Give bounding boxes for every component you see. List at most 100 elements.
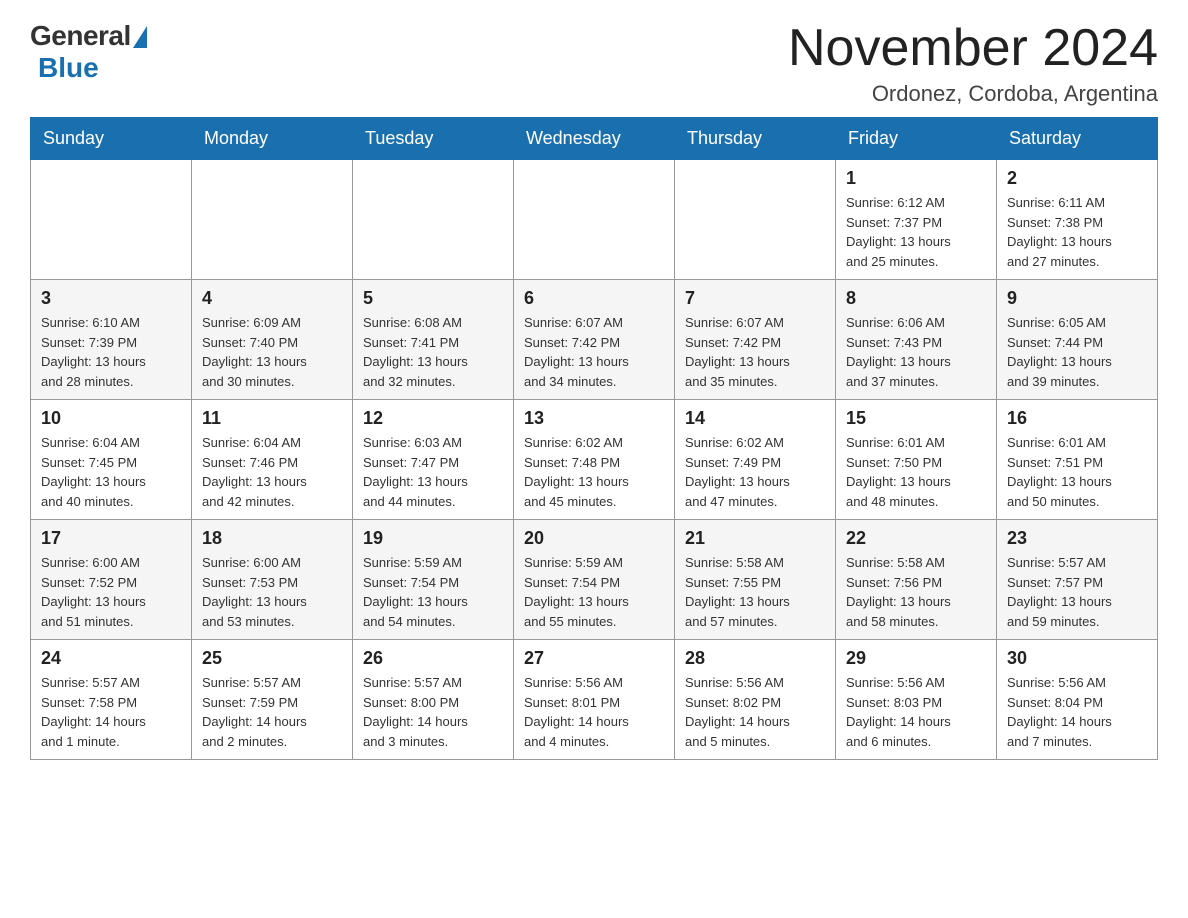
day-info: Sunrise: 5:56 AM Sunset: 8:01 PM Dayligh…	[524, 673, 664, 751]
calendar-cell: 26 Sunrise: 5:57 AM Sunset: 8:00 PM Dayli…	[353, 640, 514, 760]
calendar-cell: 11 Sunrise: 6:04 AM Sunset: 7:46 PM Dayli…	[192, 400, 353, 520]
calendar-cell: 8Sunrise: 6:06 AM Sunset: 7:43 PM Daylig…	[836, 280, 997, 400]
header-saturday: Saturday	[997, 118, 1158, 160]
day-number: 1	[846, 168, 986, 189]
calendar-cell: 5 Sunrise: 6:08 AM Sunset: 7:41 PM Daylig…	[353, 280, 514, 400]
day-number: 22	[846, 528, 986, 549]
day-number: 7	[685, 288, 825, 309]
day-info: Sunrise: 5:56 AM Sunset: 8:02 PM Dayligh…	[685, 673, 825, 751]
day-number: 3	[41, 288, 181, 309]
day-number: 9	[1007, 288, 1147, 309]
day-number: 17	[41, 528, 181, 549]
day-number: 10	[41, 408, 181, 429]
day-info: Sunrise: 6:00 AM Sunset: 7:52 PM Dayligh…	[41, 553, 181, 631]
header-thursday: Thursday	[675, 118, 836, 160]
calendar-title: November 2024	[788, 20, 1158, 77]
day-info: Sunrise: 6:02 AM Sunset: 7:48 PM Dayligh…	[524, 433, 664, 511]
calendar-cell: 19Sunrise: 5:59 AM Sunset: 7:54 PM Dayli…	[353, 520, 514, 640]
calendar-subtitle: Ordonez, Cordoba, Argentina	[788, 81, 1158, 107]
day-number: 11	[202, 408, 342, 429]
day-info: Sunrise: 6:03 AM Sunset: 7:47 PM Dayligh…	[363, 433, 503, 511]
day-number: 5	[363, 288, 503, 309]
day-info: Sunrise: 6:01 AM Sunset: 7:50 PM Dayligh…	[846, 433, 986, 511]
calendar-cell: 16 Sunrise: 6:01 AM Sunset: 7:51 PM Dayli…	[997, 400, 1158, 520]
header-monday: Monday	[192, 118, 353, 160]
calendar-cell: 25Sunrise: 5:57 AM Sunset: 7:59 PM Dayli…	[192, 640, 353, 760]
day-info: Sunrise: 5:57 AM Sunset: 8:00 PM Dayligh…	[363, 673, 503, 751]
calendar-cell: 28 Sunrise: 5:56 AM Sunset: 8:02 PM Dayli…	[675, 640, 836, 760]
title-section: November 2024 Ordonez, Cordoba, Argentin…	[788, 20, 1158, 107]
day-number: 6	[524, 288, 664, 309]
calendar-cell: 23Sunrise: 5:57 AM Sunset: 7:57 PM Dayli…	[997, 520, 1158, 640]
calendar-cell: 14Sunrise: 6:02 AM Sunset: 7:49 PM Dayli…	[675, 400, 836, 520]
day-info: Sunrise: 6:10 AM Sunset: 7:39 PM Dayligh…	[41, 313, 181, 391]
calendar-week-row: 10 Sunrise: 6:04 AM Sunset: 7:45 PM Dayli…	[31, 400, 1158, 520]
day-number: 25	[202, 648, 342, 669]
calendar-week-row: 3 Sunrise: 6:10 AM Sunset: 7:39 PM Daylig…	[31, 280, 1158, 400]
logo: General Blue	[30, 20, 147, 84]
day-number: 2	[1007, 168, 1147, 189]
header-friday: Friday	[836, 118, 997, 160]
day-number: 28	[685, 648, 825, 669]
calendar-cell: 13 Sunrise: 6:02 AM Sunset: 7:48 PM Dayli…	[514, 400, 675, 520]
calendar-cell	[514, 160, 675, 280]
calendar-cell: 24Sunrise: 5:57 AM Sunset: 7:58 PM Dayli…	[31, 640, 192, 760]
header-sunday: Sunday	[31, 118, 192, 160]
calendar-table: SundayMondayTuesdayWednesdayThursdayFrid…	[30, 117, 1158, 760]
calendar-cell: 21Sunrise: 5:58 AM Sunset: 7:55 PM Dayli…	[675, 520, 836, 640]
calendar-cell	[675, 160, 836, 280]
day-number: 18	[202, 528, 342, 549]
day-number: 29	[846, 648, 986, 669]
day-info: Sunrise: 6:02 AM Sunset: 7:49 PM Dayligh…	[685, 433, 825, 511]
logo-general-text: General	[30, 20, 131, 52]
calendar-cell: 7Sunrise: 6:07 AM Sunset: 7:42 PM Daylig…	[675, 280, 836, 400]
day-info: Sunrise: 6:09 AM Sunset: 7:40 PM Dayligh…	[202, 313, 342, 391]
day-number: 30	[1007, 648, 1147, 669]
day-info: Sunrise: 5:56 AM Sunset: 8:03 PM Dayligh…	[846, 673, 986, 751]
day-number: 26	[363, 648, 503, 669]
calendar-week-row: 24Sunrise: 5:57 AM Sunset: 7:58 PM Dayli…	[31, 640, 1158, 760]
calendar-cell: 29 Sunrise: 5:56 AM Sunset: 8:03 PM Dayli…	[836, 640, 997, 760]
day-number: 16	[1007, 408, 1147, 429]
calendar-cell	[31, 160, 192, 280]
day-info: Sunrise: 6:08 AM Sunset: 7:41 PM Dayligh…	[363, 313, 503, 391]
day-info: Sunrise: 6:05 AM Sunset: 7:44 PM Dayligh…	[1007, 313, 1147, 391]
day-info: Sunrise: 5:58 AM Sunset: 7:56 PM Dayligh…	[846, 553, 986, 631]
day-info: Sunrise: 5:57 AM Sunset: 7:57 PM Dayligh…	[1007, 553, 1147, 631]
day-info: Sunrise: 6:00 AM Sunset: 7:53 PM Dayligh…	[202, 553, 342, 631]
page-header: General Blue November 2024 Ordonez, Cord…	[30, 20, 1158, 107]
day-number: 13	[524, 408, 664, 429]
calendar-cell: 1 Sunrise: 6:12 AM Sunset: 7:37 PM Daylig…	[836, 160, 997, 280]
day-info: Sunrise: 5:59 AM Sunset: 7:54 PM Dayligh…	[524, 553, 664, 631]
calendar-week-row: 1 Sunrise: 6:12 AM Sunset: 7:37 PM Daylig…	[31, 160, 1158, 280]
logo-triangle-icon	[133, 26, 147, 48]
calendar-cell: 12 Sunrise: 6:03 AM Sunset: 7:47 PM Dayli…	[353, 400, 514, 520]
logo-top: General	[30, 20, 147, 52]
calendar-cell: 6 Sunrise: 6:07 AM Sunset: 7:42 PM Daylig…	[514, 280, 675, 400]
day-info: Sunrise: 6:11 AM Sunset: 7:38 PM Dayligh…	[1007, 193, 1147, 271]
day-number: 27	[524, 648, 664, 669]
day-info: Sunrise: 5:58 AM Sunset: 7:55 PM Dayligh…	[685, 553, 825, 631]
calendar-cell: 20 Sunrise: 5:59 AM Sunset: 7:54 PM Dayli…	[514, 520, 675, 640]
day-info: Sunrise: 6:04 AM Sunset: 7:45 PM Dayligh…	[41, 433, 181, 511]
calendar-cell: 3 Sunrise: 6:10 AM Sunset: 7:39 PM Daylig…	[31, 280, 192, 400]
day-number: 15	[846, 408, 986, 429]
day-info: Sunrise: 6:07 AM Sunset: 7:42 PM Dayligh…	[524, 313, 664, 391]
calendar-cell: 2 Sunrise: 6:11 AM Sunset: 7:38 PM Daylig…	[997, 160, 1158, 280]
day-info: Sunrise: 6:01 AM Sunset: 7:51 PM Dayligh…	[1007, 433, 1147, 511]
day-number: 20	[524, 528, 664, 549]
day-number: 12	[363, 408, 503, 429]
calendar-cell: 27 Sunrise: 5:56 AM Sunset: 8:01 PM Dayli…	[514, 640, 675, 760]
calendar-header-row: SundayMondayTuesdayWednesdayThursdayFrid…	[31, 118, 1158, 160]
calendar-cell: 10 Sunrise: 6:04 AM Sunset: 7:45 PM Dayli…	[31, 400, 192, 520]
day-number: 24	[41, 648, 181, 669]
day-info: Sunrise: 6:04 AM Sunset: 7:46 PM Dayligh…	[202, 433, 342, 511]
day-number: 4	[202, 288, 342, 309]
day-number: 19	[363, 528, 503, 549]
calendar-cell: 30Sunrise: 5:56 AM Sunset: 8:04 PM Dayli…	[997, 640, 1158, 760]
day-number: 8	[846, 288, 986, 309]
calendar-cell: 9 Sunrise: 6:05 AM Sunset: 7:44 PM Daylig…	[997, 280, 1158, 400]
calendar-cell: 4 Sunrise: 6:09 AM Sunset: 7:40 PM Daylig…	[192, 280, 353, 400]
day-info: Sunrise: 6:12 AM Sunset: 7:37 PM Dayligh…	[846, 193, 986, 271]
header-tuesday: Tuesday	[353, 118, 514, 160]
